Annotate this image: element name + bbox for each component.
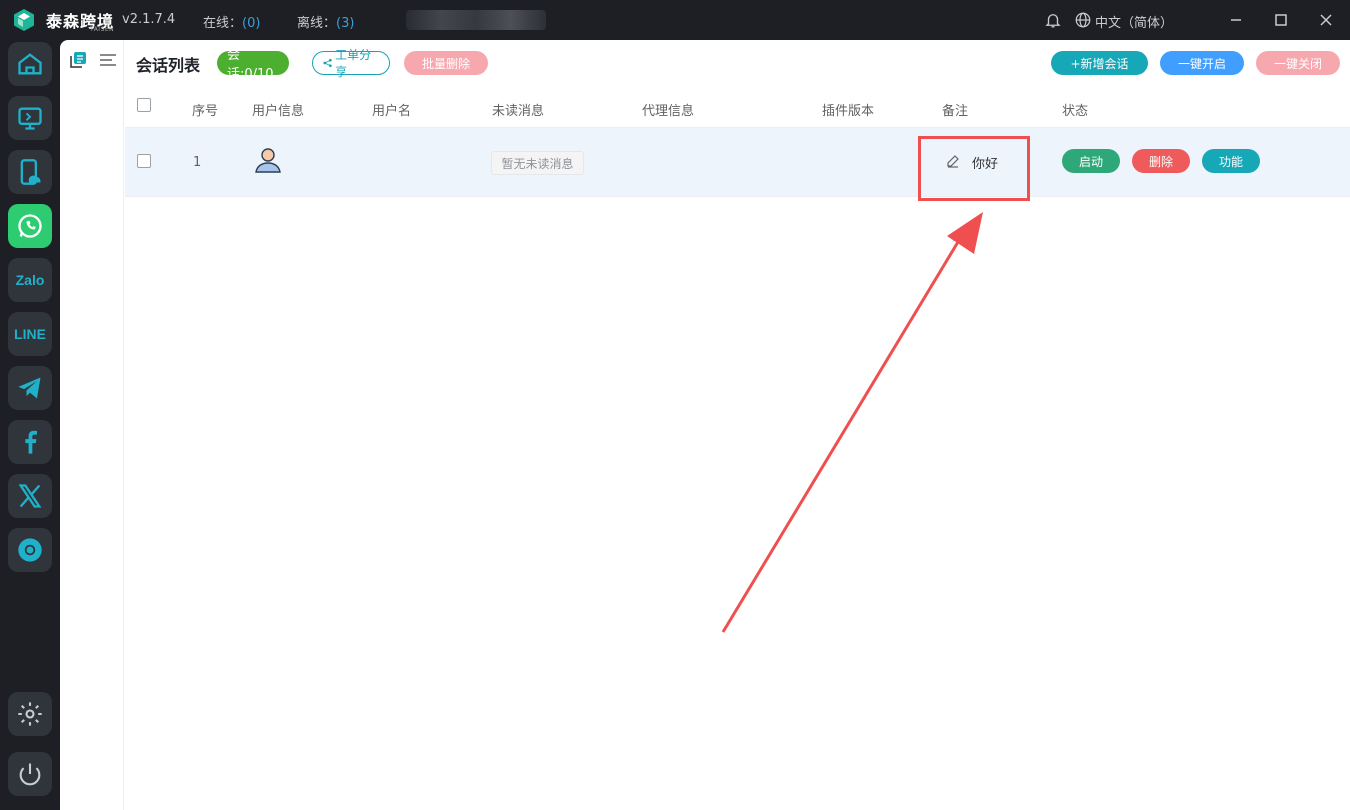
power-icon xyxy=(19,763,41,786)
online-status: 在线：(0) xyxy=(203,16,261,31)
dock-facebook[interactable] xyxy=(8,420,52,464)
col-username: 用户名 xyxy=(372,104,412,119)
select-all-checkbox[interactable] xyxy=(137,98,151,112)
dock-monitor[interactable] xyxy=(8,96,52,140)
col-remark: 备注 xyxy=(942,104,969,119)
delete-button[interactable]: 删除 xyxy=(1132,149,1190,173)
read-mode-icon[interactable] xyxy=(68,50,88,70)
line-label: LINE xyxy=(14,326,46,342)
dock-settings[interactable] xyxy=(8,692,52,736)
bell-icon[interactable] xyxy=(1044,11,1062,29)
row-checkbox[interactable] xyxy=(137,154,151,168)
col-index: 序号 xyxy=(192,104,219,119)
x-icon xyxy=(18,484,42,508)
dock-cloud-phone[interactable] xyxy=(8,150,52,194)
col-user-info: 用户信息 xyxy=(252,104,305,119)
close-icon[interactable] xyxy=(1316,10,1336,30)
title-bar: 泰森跨境 TAISEN v2.1.7.4 在线：(0) 离线：(3) 中文（简体… xyxy=(0,0,1350,40)
language-select[interactable]: 中文（简体） xyxy=(1095,12,1173,31)
dock-home[interactable] xyxy=(8,42,52,86)
offline-status: 离线：(3) xyxy=(297,16,355,31)
function-button[interactable]: 功能 xyxy=(1202,149,1260,173)
col-plugin-version: 插件版本 xyxy=(822,104,875,119)
main-panel: 会话列表 会话:0/10 工单分享 批量删除 +新增会话 一键开启 一键关闭 序… xyxy=(60,40,1350,810)
session-count-badge: 会话:0/10 xyxy=(217,48,289,82)
dock-x[interactable] xyxy=(8,474,52,518)
avatar xyxy=(251,143,285,177)
globe-icon[interactable] xyxy=(1074,11,1092,29)
chrome-icon xyxy=(18,538,42,562)
add-session-button[interactable]: +新增会话 xyxy=(1051,51,1148,75)
share-icon xyxy=(323,58,332,68)
menu-icon[interactable] xyxy=(98,50,118,70)
app-subtitle: TAISEN xyxy=(90,26,115,33)
open-all-button[interactable]: 一键开启 xyxy=(1160,51,1244,75)
remark-text[interactable]: 你好 xyxy=(972,153,998,172)
blurred-info xyxy=(406,10,546,30)
share-ticket-button[interactable]: 工单分享 xyxy=(312,48,390,79)
col-unread: 未读消息 xyxy=(492,104,545,119)
cloud-phone-icon xyxy=(20,159,41,185)
maximize-icon[interactable] xyxy=(1271,10,1291,30)
facebook-icon xyxy=(25,430,37,454)
bulk-delete-button[interactable]: 批量删除 xyxy=(404,51,488,75)
dock-line[interactable]: LINE xyxy=(8,312,52,356)
zalo-label: Zalo xyxy=(15,272,45,288)
dock-telegram[interactable] xyxy=(8,366,52,410)
dock-whatsapp[interactable] xyxy=(8,204,52,248)
monitor-icon xyxy=(18,107,42,130)
gear-icon xyxy=(18,702,42,726)
row-index: 1 xyxy=(193,155,202,170)
edit-icon[interactable] xyxy=(946,154,960,168)
close-all-button[interactable]: 一键关闭 xyxy=(1256,51,1340,75)
dock-zalo[interactable]: Zalo xyxy=(8,258,52,302)
minimize-icon[interactable] xyxy=(1226,10,1246,30)
col-proxy: 代理信息 xyxy=(642,104,695,119)
home-icon xyxy=(18,53,42,75)
col-status: 状态 xyxy=(1062,104,1089,119)
dock-chrome[interactable] xyxy=(8,528,52,572)
telegram-icon xyxy=(18,377,41,399)
unread-tag: 暂无未读消息 xyxy=(491,151,584,175)
start-button[interactable]: 启动 xyxy=(1062,149,1120,173)
dock-power[interactable] xyxy=(8,752,52,796)
whatsapp-icon xyxy=(18,214,42,238)
sub-sidebar xyxy=(60,40,124,810)
version-label: v2.1.7.4 xyxy=(122,12,176,27)
page-title: 会话列表 xyxy=(136,56,201,75)
app-logo-icon xyxy=(14,9,34,31)
